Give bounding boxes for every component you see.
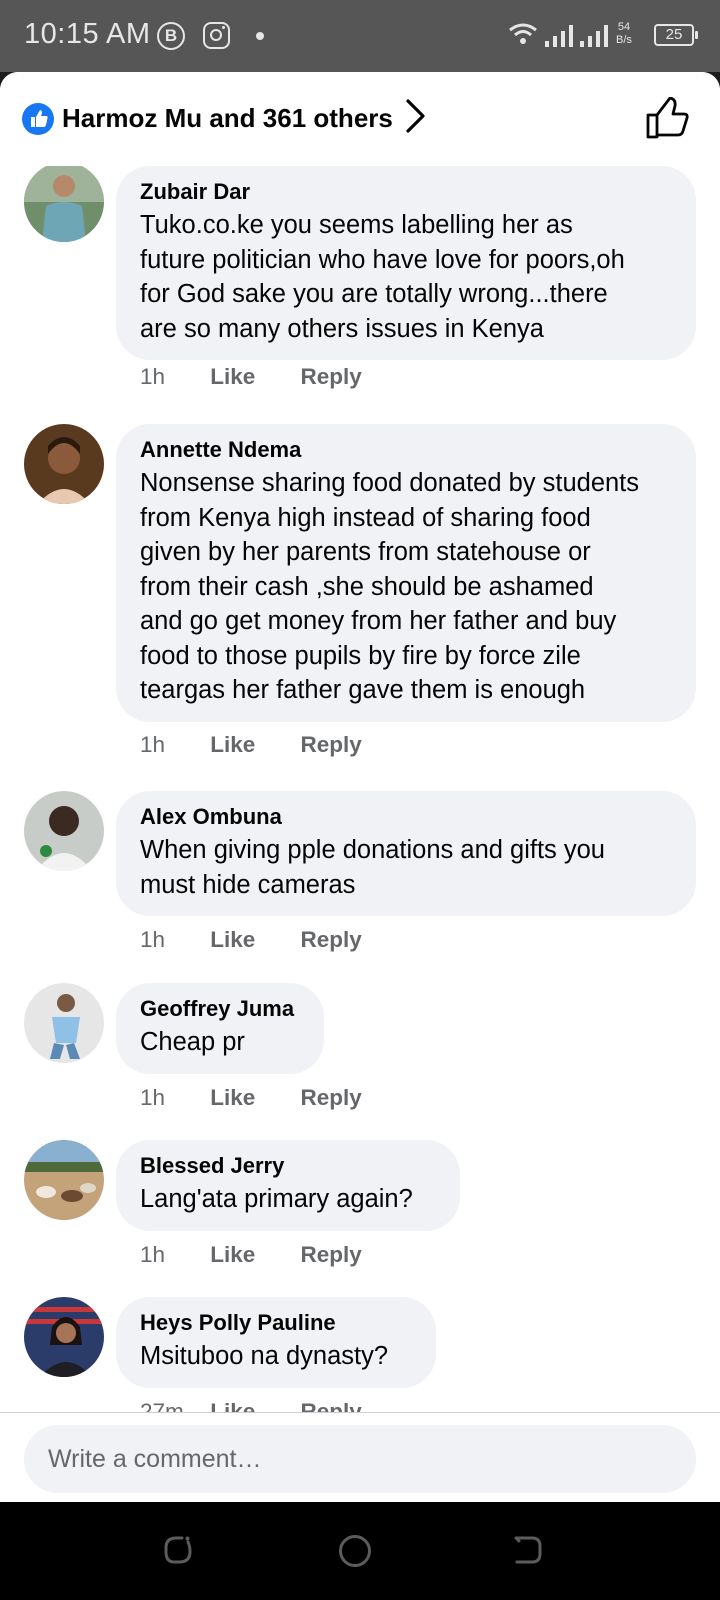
comment-line: given by her parents from statehouse or: [140, 538, 591, 566]
comment-actions: 1h Like Reply: [140, 927, 362, 953]
comment-author[interactable]: Annette Ndema: [140, 436, 672, 464]
thumbs-up-outline-icon[interactable]: [646, 97, 690, 139]
speed-unit: B/s: [616, 34, 632, 46]
wifi-icon: [509, 23, 537, 44]
comments-list[interactable]: Zubair Dar Tuko.co.ke you seems labellin…: [0, 166, 720, 1484]
comment-text: Tuko.co.ke you seems labelling her as fu…: [140, 208, 672, 346]
comment-text: Msituboo na dynasty?: [140, 1339, 412, 1374]
comment-bubble[interactable]: Blessed Jerry Lang'ata primary again?: [116, 1140, 460, 1231]
avatar[interactable]: [24, 1297, 104, 1377]
comment-actions: 1h Like Reply: [140, 1242, 362, 1268]
comment-bubble[interactable]: Alex Ombuna When giving pple donations a…: [116, 791, 696, 916]
comment-actions: 1h Like Reply: [140, 1085, 362, 1111]
comment-line: Tuko.co.ke you seems labelling her as: [140, 211, 573, 239]
back-icon[interactable]: [512, 1534, 544, 1566]
comment-line: from their cash ,she should be ashamed: [140, 572, 594, 601]
comment-text: Cheap pr: [140, 1025, 300, 1060]
comment-actions: 1h Like Reply: [140, 732, 362, 758]
avatar[interactable]: [24, 424, 104, 504]
reply-button[interactable]: Reply: [301, 927, 362, 953]
comment-author[interactable]: Heys Polly Pauline: [140, 1309, 412, 1337]
like-button[interactable]: Like: [210, 1085, 294, 1111]
comment-text: Lang'ata primary again?: [140, 1182, 436, 1217]
comment-input[interactable]: [24, 1425, 696, 1493]
comment-line: Cheap pr: [140, 1028, 245, 1056]
comment-line: from Kenya high instead of sharing food: [140, 503, 591, 532]
speed-value: 54: [617, 21, 631, 33]
like-button[interactable]: Like: [210, 732, 294, 758]
comment-actions: 1h Like Reply: [140, 364, 362, 390]
comments-sheet: Harmoz Mu and 361 others Zubair Dar Tuko…: [0, 72, 720, 1502]
comment-line: for God sake you are totally wrong...the…: [140, 280, 608, 308]
avatar[interactable]: [24, 166, 104, 242]
reactions-header[interactable]: Harmoz Mu and 361 others: [0, 72, 720, 166]
comment-bubble[interactable]: Zubair Dar Tuko.co.ke you seems labellin…: [116, 166, 696, 360]
comment-author[interactable]: Zubair Dar: [140, 178, 672, 206]
network-speed: 54 B/s: [616, 21, 632, 47]
comment-line: Msituboo na dynasty?: [140, 1342, 389, 1370]
comment-line: When giving pple donations and gifts you: [140, 836, 605, 864]
chevron-right-icon[interactable]: [405, 98, 427, 134]
instagram-icon: [203, 22, 230, 49]
battery-icon: 25: [654, 24, 698, 46]
home-icon[interactable]: [338, 1534, 372, 1568]
comment-line: must hide cameras: [140, 870, 356, 899]
comment-line: teargas her father gave them is enough: [140, 676, 586, 704]
comment-author[interactable]: Geoffrey Juma: [140, 995, 300, 1023]
status-time: 10:15 AM: [24, 18, 151, 50]
b-badge-icon: B: [157, 22, 185, 50]
reply-button[interactable]: Reply: [301, 732, 362, 758]
comment-author[interactable]: Blessed Jerry: [140, 1152, 436, 1180]
comment-line: Lang'ata primary again?: [140, 1185, 413, 1213]
comment-time: 1h: [140, 1085, 166, 1110]
signal-icon: [545, 25, 573, 47]
comment-line: food to those pupils by fire by force zi…: [140, 641, 581, 670]
like-button[interactable]: Like: [210, 364, 294, 390]
comment-bubble[interactable]: Annette Ndema Nonsense sharing food dona…: [116, 424, 696, 722]
comment-line: Nonsense sharing food donated by student…: [140, 469, 640, 497]
signal-icon-2: [580, 25, 608, 47]
avatar[interactable]: [24, 1140, 104, 1220]
comment-time: 1h: [140, 364, 166, 389]
avatar[interactable]: [24, 983, 104, 1063]
reply-button[interactable]: Reply: [301, 1085, 362, 1111]
comment-time: 1h: [140, 1242, 166, 1267]
recent-apps-icon[interactable]: [162, 1534, 194, 1566]
reply-button[interactable]: Reply: [301, 364, 362, 390]
comment-line: future politician who have love for poor…: [140, 245, 625, 274]
system-nav-bar: [0, 1502, 720, 1600]
like-button[interactable]: Like: [210, 927, 294, 953]
dot-icon: [256, 32, 264, 40]
status-bar: 10:15 AM B 54 B/s 25: [0, 0, 720, 72]
comment-line: are so many others issues in Kenya: [140, 314, 544, 343]
comment-line: and go get money from her father and buy: [140, 607, 617, 635]
comment-time: 1h: [140, 732, 166, 757]
reply-button[interactable]: Reply: [301, 1242, 362, 1268]
like-badge-icon: [22, 103, 54, 135]
reactions-summary[interactable]: Harmoz Mu and 361 others: [62, 103, 393, 134]
comment-author[interactable]: Alex Ombuna: [140, 803, 672, 831]
comment-bubble[interactable]: Geoffrey Juma Cheap pr: [116, 983, 324, 1074]
comment-text: When giving pple donations and gifts you…: [140, 833, 672, 902]
comment-text: Nonsense sharing food donated by student…: [140, 466, 672, 708]
comment-bubble[interactable]: Heys Polly Pauline Msituboo na dynasty?: [116, 1297, 436, 1388]
avatar[interactable]: [24, 791, 104, 871]
like-button[interactable]: Like: [210, 1242, 294, 1268]
comment-time: 1h: [140, 927, 166, 952]
comment-composer: [0, 1412, 720, 1502]
